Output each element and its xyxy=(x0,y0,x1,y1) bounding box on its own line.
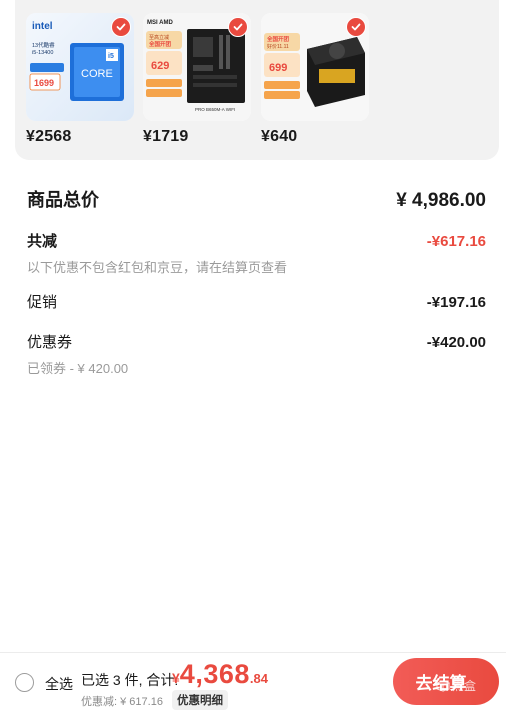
reduce-value: -¥617.16 xyxy=(426,233,486,250)
svg-text:至高立减: 至高立减 xyxy=(149,34,169,41)
discount-text: 优惠减: ¥ 617.16 xyxy=(81,696,163,708)
total-value: ¥ 4,986.00 xyxy=(396,190,486,211)
selected-products-strip: intel 13代酷睿 i5-13400 1699 CORE i5 ¥2568 xyxy=(15,0,499,160)
grand-total-currency: ¥ xyxy=(172,670,180,686)
checked-icon[interactable] xyxy=(228,17,248,37)
svg-text:13代酷睿: 13代酷睿 xyxy=(32,41,55,49)
svg-text:CORE: CORE xyxy=(81,68,113,80)
product-thumbnail-cpu[interactable]: intel 13代酷睿 i5-13400 1699 CORE i5 xyxy=(26,13,134,121)
reduce-label: 共减 xyxy=(27,233,58,250)
watermark: 黑盒 xyxy=(436,677,476,694)
svg-text:MSI AMD: MSI AMD xyxy=(147,20,173,26)
heybox-logo-icon xyxy=(436,679,450,692)
svg-text:1699: 1699 xyxy=(34,78,54,88)
watermark-text: 黑盒 xyxy=(452,679,477,693)
svg-text:629: 629 xyxy=(151,60,169,72)
coupon-note: 已领券 - ¥ 420.00 xyxy=(27,361,129,376)
svg-text:699: 699 xyxy=(269,62,287,74)
total-row: 商品总价 ¥ 4,986.00 xyxy=(27,186,486,212)
product-thumbnail-motherboard[interactable]: MSI AMD 至高立减 全国开团 629 PRO B650M-A WIFI xyxy=(143,13,251,121)
svg-text:全国开团: 全国开团 xyxy=(266,35,290,43)
grand-total: ¥4,368.84 xyxy=(172,659,268,690)
select-all-label[interactable]: 全选 xyxy=(45,674,73,694)
product-price: ¥1719 xyxy=(143,128,189,145)
selected-count-text: 已选 3 件, 合计: xyxy=(81,672,179,688)
coupon-label: 优惠券 xyxy=(27,334,73,351)
product-price: ¥2568 xyxy=(26,128,72,145)
intel-logo-text: intel xyxy=(32,21,53,32)
promo-value: -¥197.16 xyxy=(426,294,486,311)
checkout-bar: 全选 已选 3 件, 合计: ¥4,368.84 优惠减: ¥ 617.16 优… xyxy=(0,652,506,711)
svg-text:全国开团: 全国开团 xyxy=(148,40,172,48)
product-thumbnail-psu[interactable]: 全国开团 好价11.11 699 xyxy=(261,13,369,121)
svg-text:PRO B650M-A WIFI: PRO B650M-A WIFI xyxy=(195,107,235,112)
product-price: ¥640 xyxy=(261,128,298,145)
svg-text:i5-13400: i5-13400 xyxy=(32,50,53,56)
reduce-note: 以下优惠不包含红包和京豆，请在结算页查看 xyxy=(27,260,288,275)
promo-row: 促销 -¥197.16 xyxy=(27,291,486,312)
reduce-row: 共减 -¥617.16 xyxy=(27,230,486,251)
discount-detail-button[interactable]: 优惠明细 xyxy=(172,690,228,710)
coupon-value: -¥420.00 xyxy=(426,334,486,351)
coupon-row: 优惠券 -¥420.00 xyxy=(27,331,486,352)
checked-icon[interactable] xyxy=(111,17,131,37)
svg-text:好价11.11: 好价11.11 xyxy=(267,43,289,50)
promo-label: 促销 xyxy=(27,294,58,311)
grand-total-integer: 4,368 xyxy=(179,659,250,689)
select-all-radio[interactable] xyxy=(15,673,34,692)
product-item-motherboard[interactable]: MSI AMD 至高立减 全国开团 629 PRO B650M-A WIFI ¥… xyxy=(143,13,251,146)
total-label: 商品总价 xyxy=(27,190,99,210)
grand-total-decimal: .84 xyxy=(249,671,268,686)
svg-text:i5: i5 xyxy=(108,53,114,60)
product-item-psu[interactable]: 全国开团 好价11.11 699 ¥640 xyxy=(261,13,369,146)
checked-icon[interactable] xyxy=(346,17,366,37)
product-item-cpu[interactable]: intel 13代酷睿 i5-13400 1699 CORE i5 ¥2568 xyxy=(26,13,134,146)
